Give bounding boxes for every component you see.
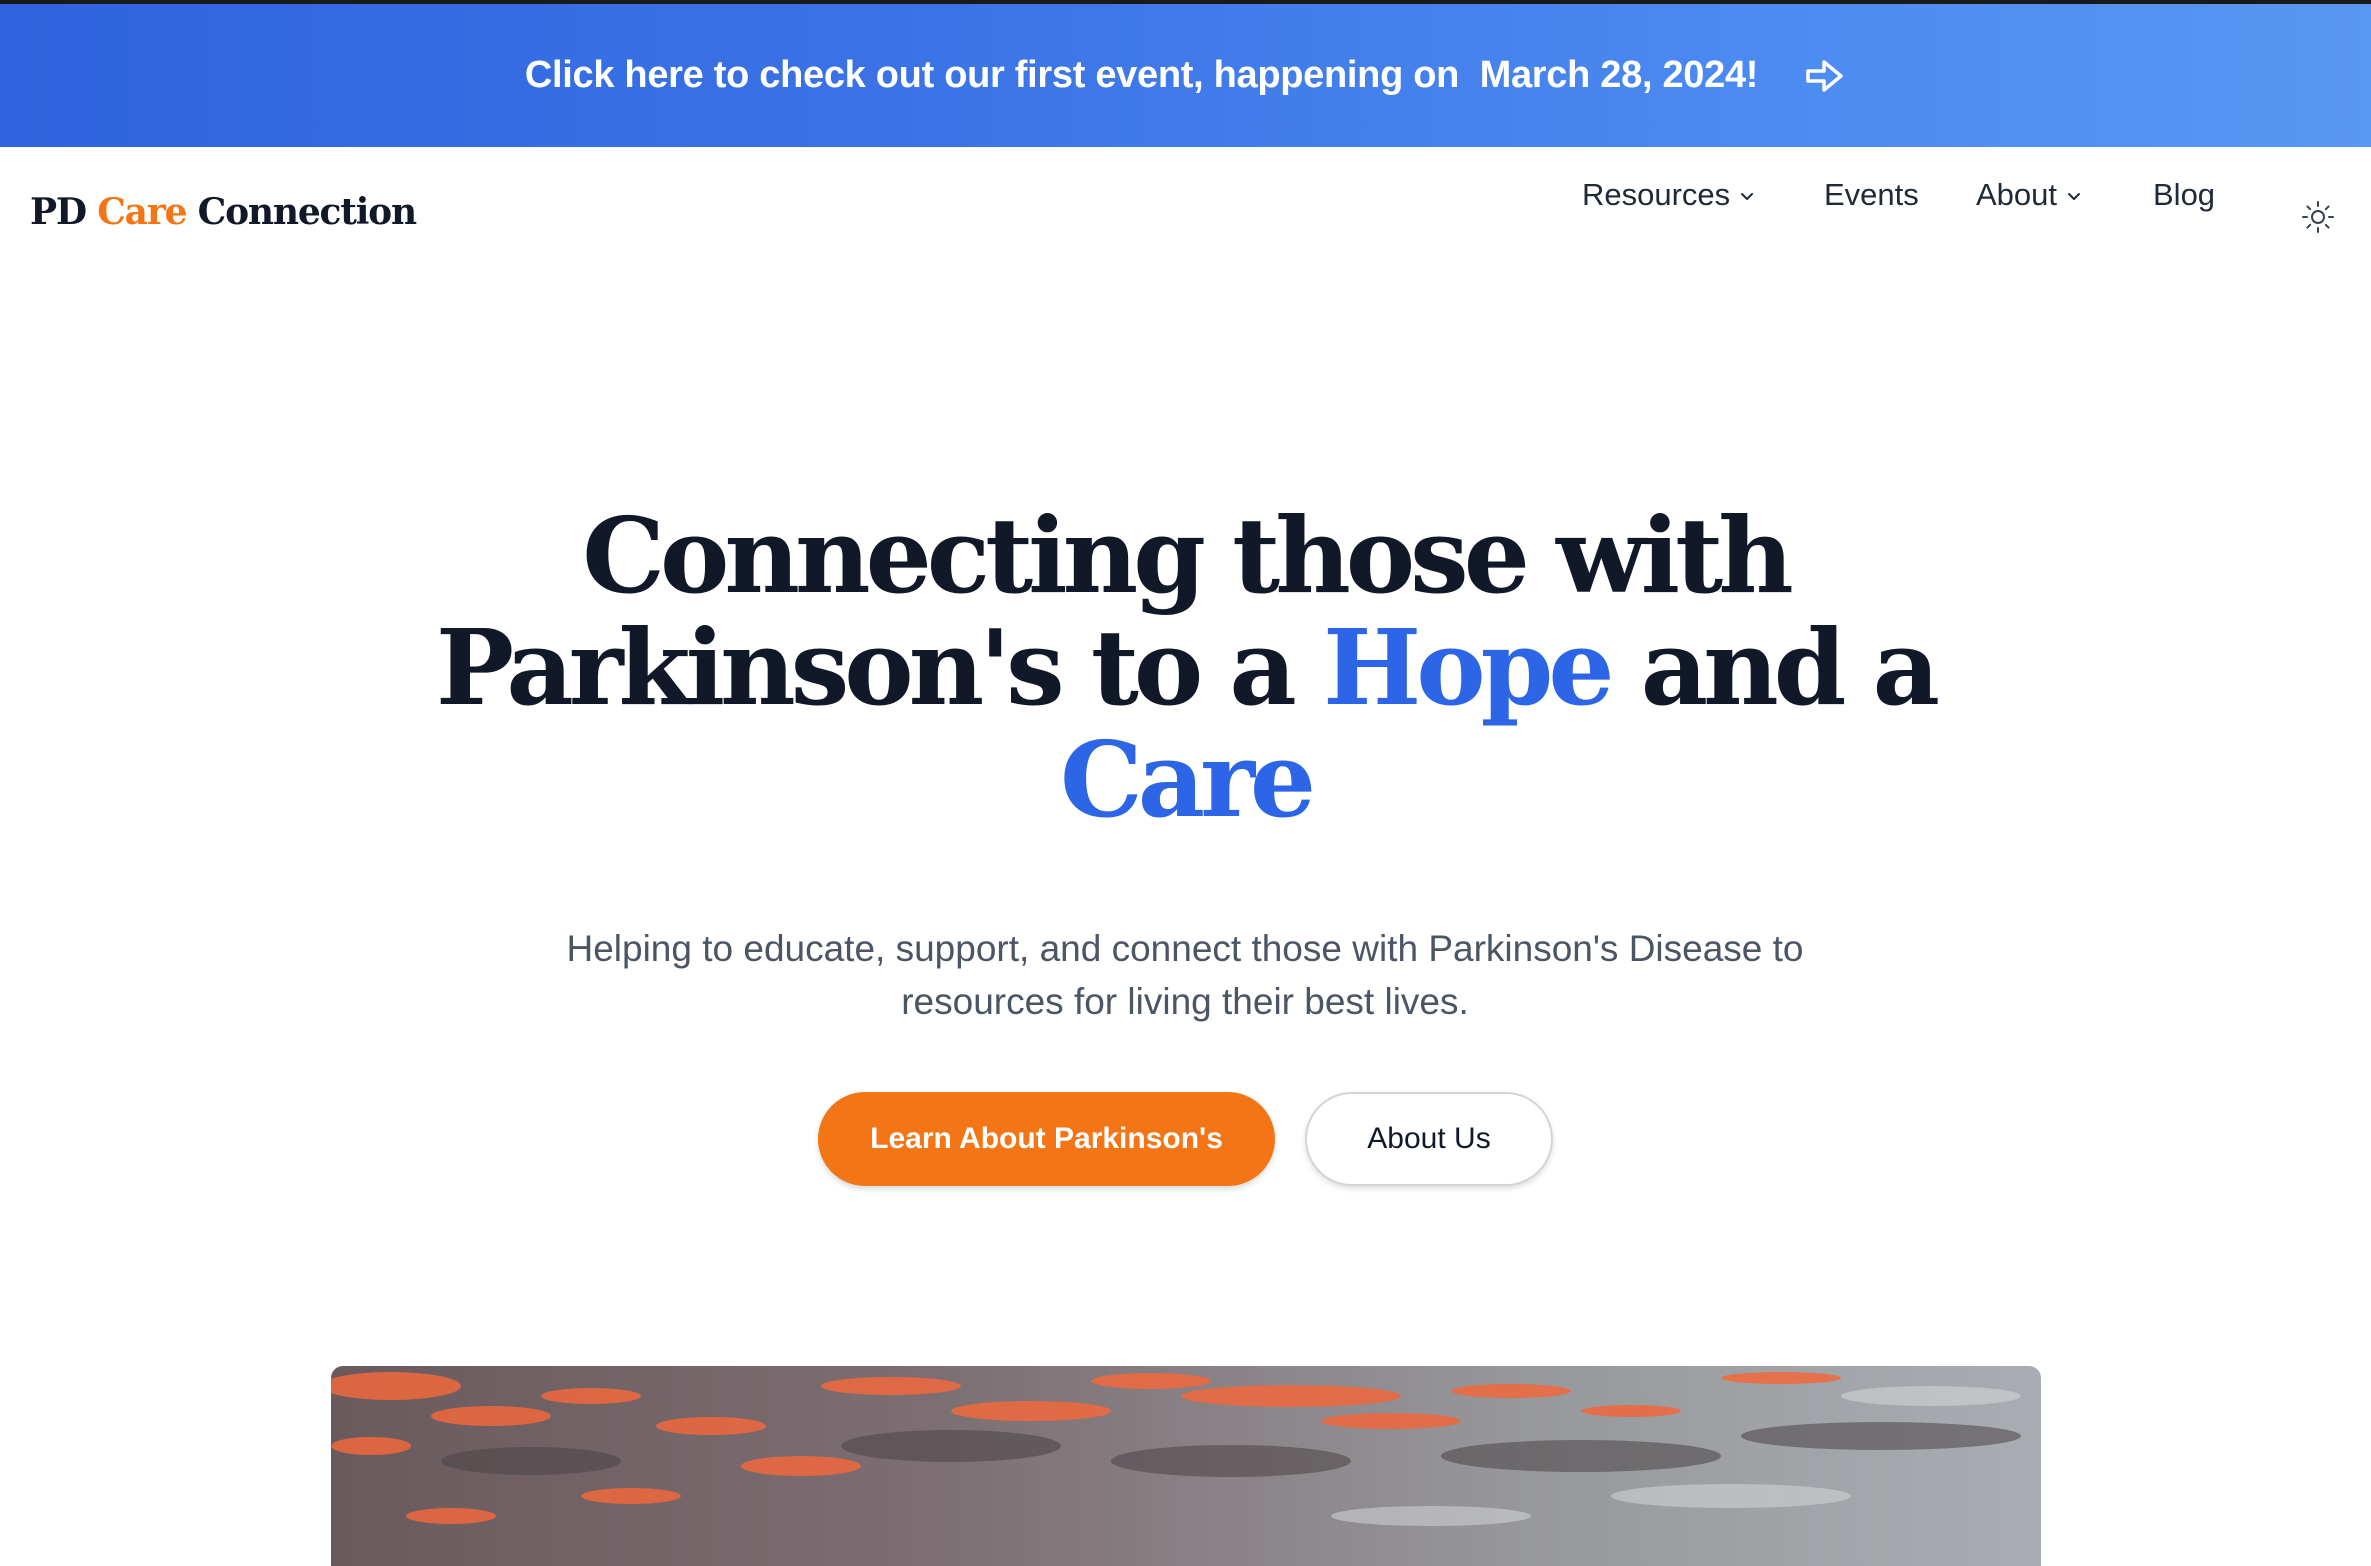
about-us-button[interactable]: About Us [1305, 1092, 1553, 1186]
event-announcement-banner[interactable]: Click here to check out our first event,… [0, 4, 2371, 147]
site-logo[interactable]: PD Care Connection [30, 191, 418, 233]
arrow-right-icon[interactable] [1804, 55, 1846, 97]
hero-subtitle: Helping to educate, support, and connect… [566, 928, 1804, 1022]
logo-text-pd: PD [30, 191, 98, 233]
chevron-down-icon [2068, 193, 2081, 200]
hero-title-care: Care [1059, 718, 1316, 841]
sun-icon [2302, 201, 2334, 233]
chevron-down-icon [1741, 193, 1754, 200]
nav-resources-dropdown[interactable]: Resources [1582, 177, 1756, 213]
hero-title-line2-a: Parkinson's to a [435, 606, 1324, 729]
logo-text-care: Care [97, 191, 187, 233]
hero-title-line2-b: and a [1609, 606, 1940, 729]
learn-about-parkinsons-button[interactable]: Learn About Parkinson's [818, 1092, 1275, 1186]
hero-title: Connecting those with Parkinson's to a H… [0, 500, 2371, 836]
hero-title-line1: Connecting those with [582, 494, 1794, 617]
nav-events-label: Events [1824, 177, 1919, 212]
hero-title-hope: Hope [1323, 606, 1615, 729]
theme-toggle-button[interactable] [2300, 199, 2336, 235]
banner-text[interactable]: Click here to check out our first event,… [525, 54, 1759, 97]
logo-text-connection: Connection [186, 191, 418, 233]
nav-events-link[interactable]: Events [1824, 177, 1919, 213]
nav-about-label: About [1976, 177, 2058, 212]
nav-about-dropdown[interactable]: About [1976, 177, 2083, 213]
nav-resources-label: Resources [1582, 177, 1731, 212]
nav-blog-label: Blog [2153, 177, 2216, 212]
nav-blog-link[interactable]: Blog [2153, 177, 2215, 213]
site-header: PD Care Connection Resources Events Abou… [0, 147, 2371, 292]
hero-sunset-image [331, 1366, 2041, 1566]
